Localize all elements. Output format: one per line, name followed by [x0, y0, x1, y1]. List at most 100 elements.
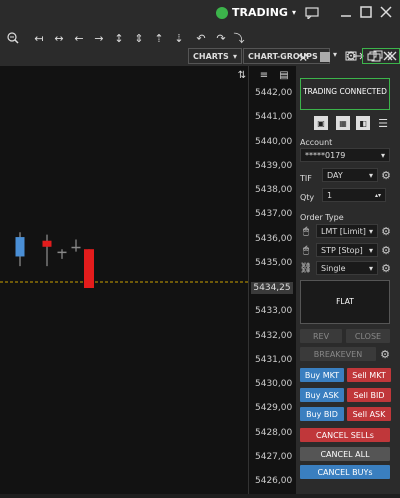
cancel-sells-button[interactable]: CANCEL SELLs [300, 428, 390, 442]
zoom-out-icon[interactable] [4, 28, 22, 48]
maximize-icon[interactable] [358, 4, 374, 20]
rev-button[interactable]: REV [300, 329, 342, 343]
menu-icon[interactable]: ☰ [376, 116, 390, 130]
chevron-down-icon: ▾ [291, 8, 296, 17]
position-box: FLAT [300, 280, 390, 324]
minimize-icon[interactable] [338, 4, 354, 20]
buy-mkt-button[interactable]: Buy MKT [300, 368, 344, 382]
layout-icon[interactable]: ◧ [356, 116, 370, 130]
calendar-icon[interactable]: ▤ [277, 68, 291, 82]
lmt-gear-icon[interactable]: ⚙ [380, 225, 392, 238]
order-type-lmt: LMT [Limit] [321, 226, 366, 236]
price-tick: 5426,00 [255, 476, 293, 486]
color-swatch[interactable] [320, 52, 330, 62]
qty-input[interactable]: 1 ▴▾ [322, 188, 386, 202]
link-icon: ⛓ [299, 262, 313, 274]
chevron-down-icon: ▾ [368, 170, 373, 180]
candle-body [57, 251, 67, 254]
chart-toolbar: ↤ ↔ ← → ↕ ⇕ ⇡ ⇣ ↶ ↷ ⤵ [0, 28, 400, 48]
qty-label: Qty [300, 193, 315, 202]
sell-bid-button[interactable]: Sell BID [347, 388, 391, 402]
price-tick: 5433,00 [255, 306, 293, 317]
price-axis[interactable]: ⇅ ≡ ▤ 5442,00 5441,00 5440,00 5439,00 5438,0… [238, 66, 297, 494]
tif-select[interactable]: DAY ▾ [322, 168, 378, 182]
candlestick-chart [0, 232, 248, 288]
wrench-icon[interactable]: ⚒ [296, 50, 310, 64]
charts-dropdown[interactable]: CHARTS ▾ [188, 48, 242, 64]
sell-mkt-button[interactable]: Sell MKT [347, 368, 391, 382]
price-tick: 5428,00 [255, 427, 293, 438]
chevron-down-icon[interactable]: ▾ [333, 50, 337, 59]
chart-subbar: CHARTS ▾ CHART-GROUPS ▾ [0, 48, 400, 66]
trading-status[interactable]: TRADING ▾ [216, 6, 296, 19]
auto-scroll-icon[interactable]: ⤵ [230, 28, 248, 48]
close-position-button[interactable]: CLOSE [346, 329, 390, 343]
tif-label: TIF [300, 174, 312, 183]
sell-ask-button[interactable]: Sell ASK [347, 407, 391, 421]
close-icon[interactable] [382, 50, 394, 62]
fit-horizontal-icon[interactable]: ↔ [50, 28, 68, 48]
scroll-left-fast-icon[interactable]: ↤ [30, 28, 48, 48]
bracket-type-select[interactable]: Single ▾ [316, 261, 378, 275]
single-gear-icon[interactable]: ⚙ [380, 262, 392, 275]
order-ladder-icon[interactable]: ≡ [257, 68, 271, 82]
expand-vertical-icon[interactable]: ↕ [110, 28, 128, 48]
candle-body [42, 240, 52, 247]
price-tick: 5438,00 [255, 185, 293, 195]
step-right-icon[interactable]: → [90, 28, 108, 48]
qty-value: 1 [327, 190, 333, 200]
chevron-down-icon: ▾ [232, 51, 237, 61]
left-click-order-type[interactable]: LMT [Limit] ▾ [316, 224, 378, 238]
breakeven-button[interactable]: BREAKEVEN [300, 347, 376, 361]
gear-icon[interactable]: ⚙ [344, 49, 358, 63]
candle-body [84, 249, 94, 288]
sort-icon[interactable]: ⇅ [235, 68, 249, 82]
price-tick: 5436,00 [255, 233, 293, 244]
last-price-label: 5434,25 [251, 282, 293, 294]
price-tick: 5432,00 [255, 330, 293, 341]
chevron-down-icon: ▾ [380, 150, 385, 160]
stepper-icon: ▴▾ [374, 191, 381, 199]
buy-ask-button[interactable]: Buy ASK [300, 388, 344, 402]
cancel-all-button[interactable]: CANCEL ALL [300, 447, 390, 461]
right-click-order-type[interactable]: STP [Stop] ▾ [316, 243, 378, 257]
step-left-icon[interactable]: ← [70, 28, 88, 48]
status-dot-icon [216, 6, 228, 19]
cancel-buys-button[interactable]: CANCEL BUYs [300, 465, 390, 479]
mouse-left-icon: 🖱 [303, 225, 309, 237]
undo-icon[interactable]: ↶ [192, 28, 210, 48]
tif-gear-icon[interactable]: ⚙ [380, 169, 392, 182]
order-type-label: Order Type [300, 213, 344, 222]
price-tick: 5440,00 [255, 136, 293, 147]
order-type-single: Single [321, 263, 346, 273]
price-tick: 5435,00 [255, 257, 293, 268]
order-type-stp: STP [Stop] [321, 245, 363, 255]
redo-icon[interactable]: ↷ [212, 28, 230, 48]
order-template-icon[interactable]: ▣ [314, 116, 328, 130]
chat-icon[interactable] [304, 6, 320, 20]
scale-up-icon[interactable]: ⇡ [150, 28, 168, 48]
close-icon[interactable] [378, 4, 394, 20]
account-label: Account [300, 138, 333, 147]
scale-down-icon[interactable]: ⇣ [170, 28, 188, 48]
charts-label: CHARTS [193, 51, 229, 61]
account-value: *****0179 [305, 150, 346, 160]
stp-gear-icon[interactable]: ⚙ [380, 244, 392, 257]
restore-icon[interactable] [366, 50, 378, 62]
mouse-right-icon: 🖱 [303, 244, 309, 256]
compress-vertical-icon[interactable]: ⇕ [130, 28, 148, 48]
breakeven-gear-icon[interactable]: ⚙ [379, 348, 391, 361]
price-tick: 5427,00 [255, 451, 293, 462]
price-tick: 5437,00 [255, 209, 293, 220]
price-tick: 5431,00 [255, 354, 293, 365]
candle-body [71, 246, 81, 249]
buy-bid-button[interactable]: Buy BID [300, 407, 344, 421]
title-bar: TRADING ▾ [0, 0, 400, 28]
price-tick: 5429,00 [255, 403, 293, 414]
dom-icon[interactable]: ▦ [336, 116, 350, 130]
position-status: FLAT [336, 297, 354, 306]
chevron-down-icon: ▾ [368, 263, 373, 273]
price-chart[interactable] [0, 66, 248, 494]
account-select[interactable]: *****0179 ▾ [300, 148, 390, 162]
chart-groups-dropdown[interactable]: CHART-GROUPS ▾ [243, 48, 330, 64]
